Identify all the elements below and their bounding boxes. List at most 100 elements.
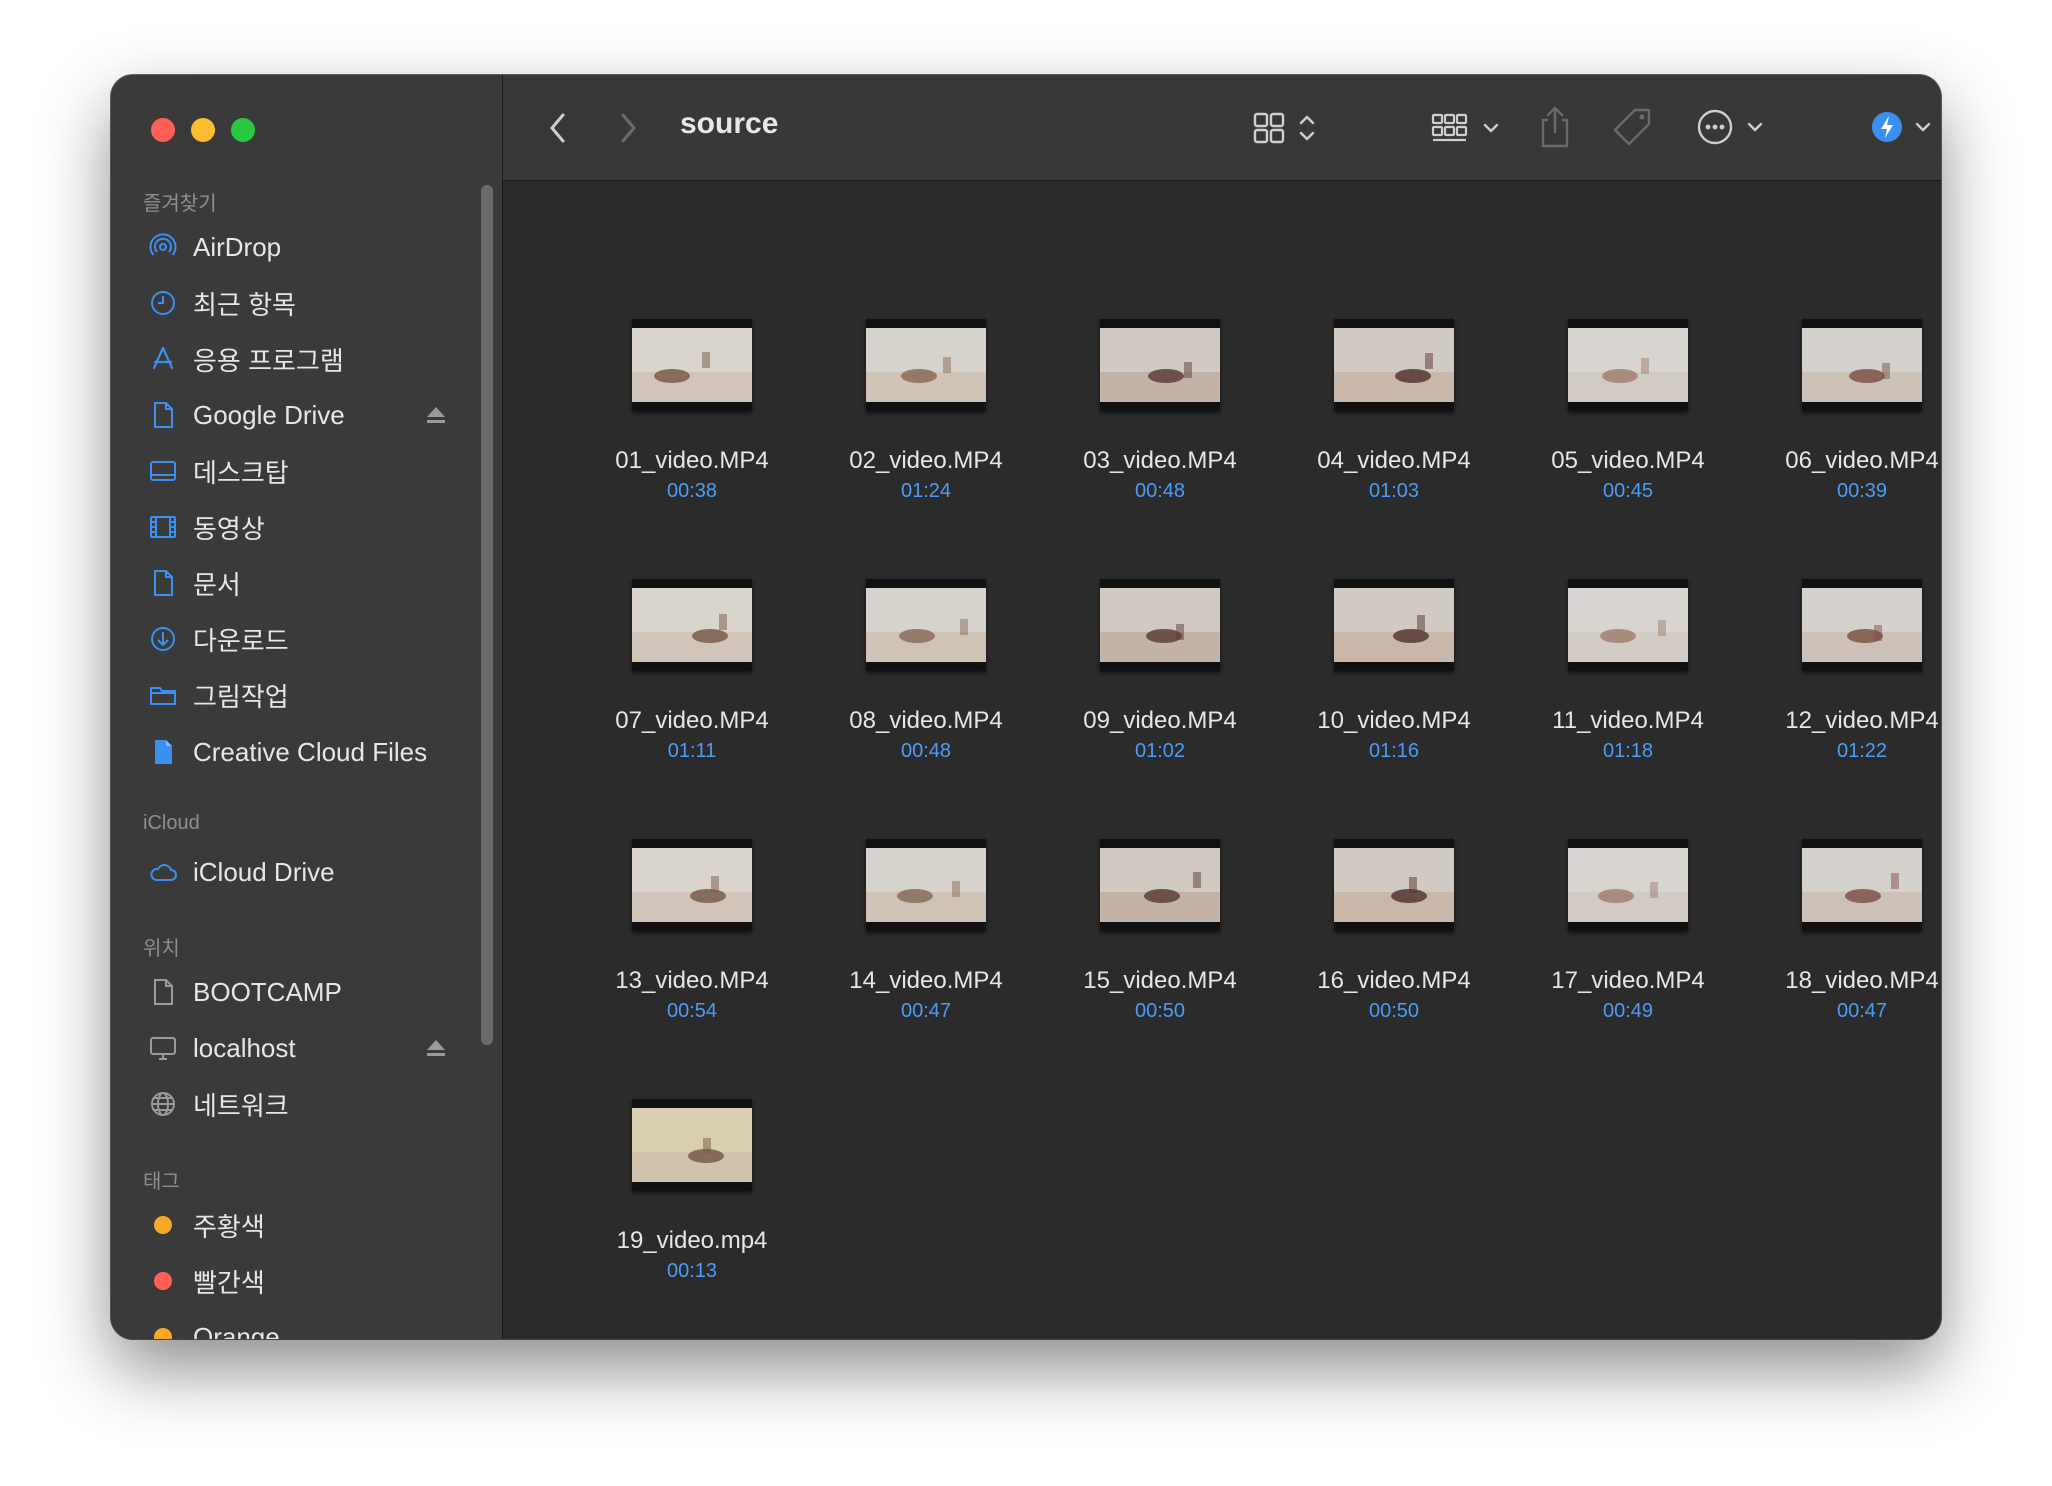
- section-title-favorites: 즐겨찾기: [143, 193, 217, 215]
- chevron-left-icon: [550, 113, 565, 143]
- group-by-button[interactable]: [1429, 107, 1505, 149]
- file-name: 06_video.MP4: [1785, 447, 1939, 474]
- file-item[interactable]: 16_video.MP4 00:50: [1284, 839, 1504, 1049]
- file-item[interactable]: 14_video.MP4 00:47: [816, 839, 1036, 1049]
- sidebar-tag-orange[interactable]: Orange: [147, 1317, 467, 1339]
- file-item[interactable]: 03_video.MP4 00:48: [1050, 319, 1270, 529]
- share-button[interactable]: [1535, 103, 1575, 151]
- file-item[interactable]: 05_video.MP4 00:45: [1518, 319, 1738, 529]
- file-item[interactable]: 08_video.MP4 00:48: [816, 579, 1036, 789]
- cloud-icon: [147, 856, 179, 888]
- file-name: 19_video.mp4: [616, 1227, 768, 1254]
- file-item[interactable]: 19_video.mp4 00:13: [582, 1099, 802, 1309]
- file-item[interactable]: 07_video.MP4 01:11: [582, 579, 802, 789]
- more-icon: [1697, 109, 1763, 145]
- sidebar-item-localhost[interactable]: localhost: [147, 1028, 467, 1068]
- sidebar-item-downloads[interactable]: 다운로드: [147, 619, 467, 659]
- folder-icon: [147, 679, 179, 711]
- sidebar-item-creative-cloud[interactable]: Creative Cloud Files: [147, 732, 467, 772]
- sidebar-tag-orange-kr[interactable]: 주황색: [147, 1205, 467, 1245]
- sidebar-item-google-drive[interactable]: Google Drive: [147, 395, 467, 435]
- video-thumbnail: [1568, 579, 1688, 671]
- file-item[interactable]: 13_video.MP4 00:54: [582, 839, 802, 1049]
- file-item[interactable]: 04_video.MP4 01:03: [1284, 319, 1504, 529]
- file-duration: 01:02: [1134, 740, 1186, 762]
- sidebar-item-movies[interactable]: 동영상: [147, 507, 467, 547]
- file-item[interactable]: 12_video.MP4 01:22: [1752, 579, 1941, 789]
- sidebar-item-network[interactable]: 네트워크: [147, 1084, 467, 1124]
- tag-button[interactable]: [1611, 105, 1655, 149]
- sidebar-item-label: localhost: [193, 1032, 296, 1063]
- file-item[interactable]: 18_video.MP4 00:47: [1752, 839, 1941, 1049]
- eject-icon[interactable]: [425, 403, 447, 427]
- file-duration: 01:24: [900, 480, 952, 502]
- back-button[interactable]: [543, 108, 573, 148]
- sidebar-item-icloud-drive[interactable]: iCloud Drive: [147, 852, 467, 892]
- file-duration: 00:38: [666, 480, 718, 502]
- sidebar-item-label: AirDrop: [193, 231, 282, 262]
- video-thumbnail: [866, 579, 986, 671]
- video-thumbnail: [1100, 579, 1220, 671]
- file-name: 09_video.MP4: [1083, 707, 1237, 734]
- section-title-icloud: iCloud: [143, 812, 200, 834]
- document-icon: [147, 567, 179, 599]
- file-item[interactable]: 09_video.MP4 01:02: [1050, 579, 1270, 789]
- file-duration: 00:50: [1368, 1000, 1420, 1022]
- file-duration: 00:47: [1836, 1000, 1888, 1022]
- sidebar-item-airdrop[interactable]: AirDrop: [147, 227, 467, 267]
- sidebar-scrollbar[interactable]: [481, 185, 493, 1045]
- clock-icon: [147, 287, 179, 319]
- section-title-tags: 태그: [143, 1171, 180, 1193]
- airdrop-action-button[interactable]: [1869, 105, 1939, 149]
- sidebar-item-label: 주황색: [193, 1211, 265, 1242]
- file-item[interactable]: 17_video.MP4 00:49: [1518, 839, 1738, 1049]
- desktop-icon: [147, 455, 179, 487]
- file-item[interactable]: 06_video.MP4 00:39: [1752, 319, 1941, 529]
- file-item[interactable]: 01_video.MP4 00:38: [582, 319, 802, 529]
- sidebar-item-documents[interactable]: 문서: [147, 563, 467, 603]
- file-duration: 00:45: [1602, 480, 1654, 502]
- video-thumbnail: [1334, 319, 1454, 411]
- more-actions-button[interactable]: [1695, 105, 1771, 149]
- video-thumbnail: [632, 1099, 752, 1191]
- file-name: 04_video.MP4: [1317, 447, 1471, 474]
- sidebar-item-recents[interactable]: 최근 항목: [147, 283, 467, 323]
- toolbar: source: [503, 75, 1941, 181]
- video-thumbnail: [1100, 319, 1220, 411]
- sidebar-item-label: 빨간색: [193, 1267, 265, 1298]
- eject-icon[interactable]: [425, 1036, 447, 1060]
- file-item[interactable]: 11_video.MP4 01:18: [1518, 579, 1738, 789]
- minimize-button[interactable]: [191, 118, 215, 142]
- file-name: 03_video.MP4: [1083, 447, 1237, 474]
- file-name: 07_video.MP4: [615, 707, 769, 734]
- video-thumbnail: [1802, 319, 1922, 411]
- zoom-button[interactable]: [231, 118, 255, 142]
- sidebar-tag-red[interactable]: 빨간색: [147, 1261, 467, 1301]
- sidebar-item-bootcamp[interactable]: BOOTCAMP: [147, 972, 467, 1012]
- file-item[interactable]: 15_video.MP4 00:50: [1050, 839, 1270, 1049]
- file-item[interactable]: 10_video.MP4 01:16: [1284, 579, 1504, 789]
- video-thumbnail: [1334, 579, 1454, 671]
- sidebar-item-label: iCloud Drive: [193, 856, 335, 887]
- group-by-icon: [1431, 113, 1499, 142]
- file-item[interactable]: 02_video.MP4 01:24: [816, 319, 1036, 529]
- finder-window: 즐겨찾기 AirDrop 최근 항목 응용 프로그램 Google Drive: [111, 75, 1941, 1339]
- sidebar-item-desktop[interactable]: 데스크탑: [147, 451, 467, 491]
- sidebar-item-artwork[interactable]: 그림작업: [147, 675, 467, 715]
- tag-color-dot: [147, 1321, 179, 1339]
- file-name: 02_video.MP4: [849, 447, 1003, 474]
- file-duration: 00:48: [900, 740, 952, 762]
- file-duration: 00:54: [666, 1000, 718, 1022]
- sidebar-item-label: 응용 프로그램: [193, 345, 344, 376]
- file-duration: 01:03: [1368, 480, 1420, 502]
- file-duration: 00:49: [1602, 1000, 1654, 1022]
- file-duration: 01:18: [1602, 740, 1654, 762]
- display-icon: [147, 1032, 179, 1064]
- video-thumbnail: [632, 839, 752, 931]
- view-mode-button[interactable]: [1251, 107, 1323, 149]
- film-icon: [147, 511, 179, 543]
- forward-button[interactable]: [613, 108, 643, 148]
- close-button[interactable]: [151, 118, 175, 142]
- video-thumbnail: [1802, 579, 1922, 671]
- sidebar-item-applications[interactable]: 응용 프로그램: [147, 339, 467, 379]
